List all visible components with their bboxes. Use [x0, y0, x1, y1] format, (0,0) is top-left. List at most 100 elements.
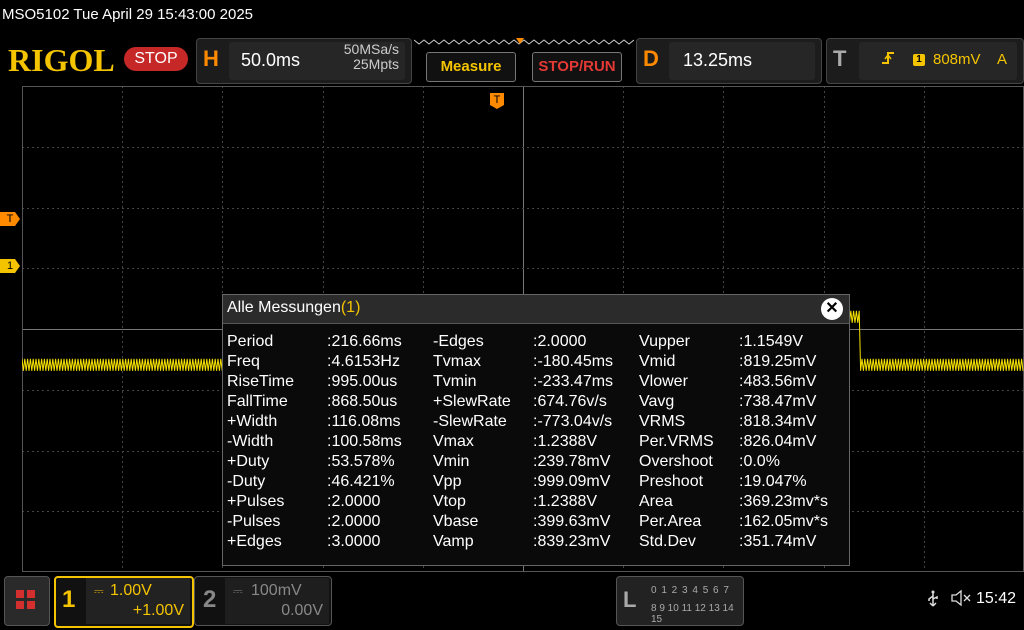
measurement-label: Tvmin — [433, 373, 477, 390]
usb-icon — [926, 590, 940, 613]
home-menu-button[interactable] — [4, 576, 50, 626]
measurement-label: Vmax — [433, 433, 474, 450]
measurement-value: :46.421% — [327, 473, 395, 490]
channel1-number: 1 — [62, 586, 76, 613]
measurement-label: Vbase — [433, 513, 479, 530]
measure-button[interactable]: Measure — [426, 52, 516, 82]
close-button[interactable]: ✕ — [821, 298, 843, 320]
measurement-label: Vavg — [639, 393, 675, 410]
measurement-value: :399.63mV — [533, 513, 611, 530]
measurement-label: VRMS — [639, 413, 686, 430]
measurement-value: :1.2388V — [533, 433, 598, 450]
measurement-value: :1.2388V — [533, 493, 598, 510]
measurement-value: :-233.47ms — [533, 373, 614, 390]
menu-grid-icon — [16, 590, 24, 598]
menu-grid-icon-cell — [16, 601, 24, 609]
measurement-value: :162.05mv*s — [739, 513, 828, 530]
trigger-level-marker[interactable]: T — [0, 212, 20, 226]
measurement-value: :819.25mV — [739, 353, 817, 370]
measurement-value: :2.0000 — [327, 493, 381, 510]
dc-coupling-icon: ⎓ — [94, 584, 104, 598]
memory-position-strip — [414, 38, 634, 45]
measurement-label: Area — [639, 493, 673, 510]
measurement-value: :4.6153Hz — [327, 353, 400, 370]
measurement-label: RiseTime — [227, 373, 294, 390]
measurement-label: Vtop — [433, 493, 466, 510]
measurement-label: +SlewRate — [433, 393, 511, 410]
measurement-label: Tvmax — [433, 353, 481, 370]
device-title: MSO5102 Tue April 29 15:43:00 2025 — [2, 6, 254, 23]
horizontal-key: H — [203, 46, 219, 71]
measurement-value: :369.23mv*s — [739, 493, 828, 510]
channel1-offset: +1.00V — [132, 602, 184, 619]
dialog-count: (1) — [340, 299, 361, 316]
measurement-value: :483.56mV — [739, 373, 817, 390]
measurement-value: :19.047% — [739, 473, 807, 490]
measurement-label: Std.Dev — [639, 533, 696, 550]
measurement-value: :2.0000 — [327, 513, 381, 530]
horizontal-panel[interactable]: H 50.0ms 50MSa/s 25Mpts — [196, 38, 412, 84]
trigger-panel[interactable]: T 1 808mV A — [826, 38, 1024, 84]
dc-coupling-icon: ⎓ — [233, 584, 243, 598]
timebase-value: 50.0ms — [241, 50, 301, 70]
memory-depth: 25Mpts — [353, 56, 399, 72]
measurement-label: Period — [227, 333, 274, 350]
measurement-label: +Pulses — [227, 493, 285, 510]
measurement-label: -Edges — [433, 333, 484, 350]
menu-grid-icon-cell — [27, 601, 35, 609]
clock: 15:42 — [976, 590, 1017, 607]
dialog-title: Alle Messungen(1) — [227, 299, 360, 317]
channel2-number: 2 — [203, 586, 217, 613]
measurement-label: -Pulses — [227, 513, 281, 530]
speaker-muted-icon[interactable] — [950, 589, 972, 612]
measurement-label: +Duty — [227, 453, 270, 470]
measurement-value: :738.47mV — [739, 393, 817, 410]
delay-key: D — [643, 46, 659, 71]
measurement-label: Preshoot — [639, 473, 704, 490]
measurement-value: :1.1549V — [739, 333, 804, 350]
channel1-offset-marker[interactable]: 1 — [0, 259, 20, 273]
measurement-label: Per.Area — [639, 513, 702, 530]
measurement-label: Vmin — [433, 453, 470, 470]
measurement-label: FallTime — [227, 393, 288, 410]
rising-edge-icon — [881, 50, 895, 71]
delay-panel[interactable]: D 13.25ms — [636, 38, 822, 84]
rigol-logo: RIGOL — [8, 42, 115, 78]
measurement-label: -Duty — [227, 473, 266, 490]
measurement-value: :-773.04v/s — [533, 413, 613, 430]
measurement-value: :216.66ms — [327, 333, 402, 350]
measurement-label: Freq — [227, 353, 260, 370]
trigger-level: 808mV — [933, 51, 981, 68]
sample-rate: 50MSa/s — [343, 41, 399, 57]
measurement-label: -SlewRate — [433, 413, 507, 430]
measurement-label: Vlower — [639, 373, 688, 390]
logic-channels-high: 8 9 10 11 12 13 14 15 — [651, 603, 734, 625]
measurement-label: Vupper — [639, 333, 690, 350]
measurement-value: :3.0000 — [327, 533, 381, 550]
measurement-value: :868.50us — [327, 393, 398, 410]
measurement-value: :999.09mV — [533, 473, 611, 490]
measurement-label: Overshoot — [639, 453, 713, 470]
measurement-value: :53.578% — [327, 453, 395, 470]
trigger-source: 1 — [913, 54, 925, 66]
measurement-label: Per.VRMS — [639, 433, 714, 450]
measurement-label: Vmid — [639, 353, 676, 370]
measurement-label: +Edges — [227, 533, 282, 550]
dialog-title-text: Alle Messungen — [227, 299, 341, 316]
stop-run-button[interactable]: STOP/RUN — [532, 52, 622, 82]
measurement-label: Vamp — [433, 533, 474, 550]
sample-info: 50MSa/s 25Mpts — [344, 42, 399, 72]
trigger-key: T — [833, 46, 847, 71]
logic-panel[interactable]: L 0 1 2 3 4 5 6 7 8 9 10 11 12 13 14 15 — [616, 576, 744, 626]
measurement-label: -Width — [227, 433, 274, 450]
measurement-value: :116.08ms — [327, 413, 401, 430]
channel1-scale: 1.00V — [110, 582, 152, 599]
measurement-label: Vpp — [433, 473, 462, 490]
channel2-offset: 0.00V — [281, 602, 323, 619]
trigger-mode: A — [997, 51, 1008, 68]
channel2-panel[interactable]: 2 ⎓ 100mV 0.00V — [194, 576, 332, 626]
run-state-badge[interactable]: STOP — [124, 47, 188, 71]
channel1-panel[interactable]: 1 ⎓ 1.00V +1.00V — [54, 576, 194, 628]
measurement-value: :995.00us — [327, 373, 398, 390]
menu-grid-icon-cell — [27, 590, 35, 598]
